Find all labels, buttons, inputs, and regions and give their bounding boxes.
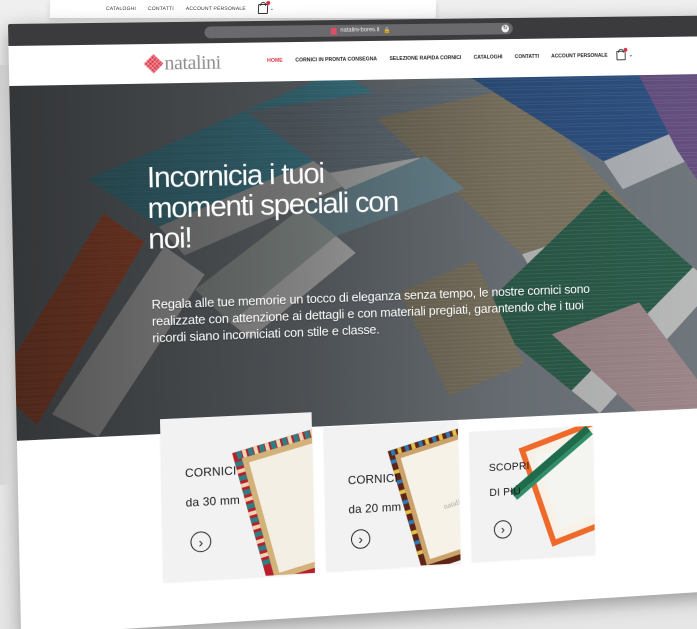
url-text: natalini-bores.it bbox=[340, 27, 380, 34]
hero-overlay bbox=[9, 73, 697, 441]
address-bar[interactable]: natalini-bores.it 🔒 ↻ bbox=[204, 22, 513, 39]
frame-discover-image bbox=[469, 425, 596, 562]
chevron-down-icon: ⌄ bbox=[628, 52, 633, 59]
cart-badge bbox=[265, 1, 271, 5]
category-card-30mm[interactable]: natali CORNICI da 30 mm › bbox=[159, 412, 315, 582]
background-browser-window: CATALOGHI CONTATTI ACCOUNT PERSONALE ⌄ bbox=[49, 0, 437, 19]
nav-account[interactable]: ACCOUNT PERSONALE bbox=[551, 53, 608, 60]
nav-catalogs[interactable]: CATALOGHI bbox=[474, 54, 503, 60]
category-card-discover[interactable]: SCOPRI DI PIÙ › bbox=[469, 425, 596, 562]
site-logo[interactable]: natalini bbox=[143, 51, 221, 75]
card-title-30mm: CORNICI da 30 mm bbox=[185, 449, 241, 511]
hero-section: Incornicia i tuoi momenti speciali con n… bbox=[9, 73, 697, 441]
nav-ready-frames[interactable]: CORNICI IN PRONTA CONSEGNA bbox=[295, 56, 377, 63]
card-title-line1: CORNICI bbox=[184, 463, 237, 481]
card-title-line1: CORNICI bbox=[347, 471, 399, 488]
card-title-line2: da 20 mm bbox=[348, 499, 402, 517]
reload-icon[interactable]: ↻ bbox=[501, 24, 510, 33]
card-title-line1: SCOPRI bbox=[488, 460, 530, 475]
browser-perspective-wrapper: natalini-bores.it 🔒 ↻ natalini HOME CORN… bbox=[0, 15, 697, 629]
category-card-20mm[interactable]: natali CORNICI da 20 mm › bbox=[323, 420, 461, 572]
screenshot-stage: CATALOGHI CONTATTI ACCOUNT PERSONALE ⌄ n… bbox=[0, 0, 697, 629]
logo-text: natalini bbox=[164, 51, 221, 75]
shopping-bag-icon bbox=[616, 47, 628, 61]
card-title-line2: da 30 mm bbox=[185, 493, 241, 510]
lock-icon: 🔒 bbox=[383, 27, 391, 34]
nav-quick-selection[interactable]: SELEZIONE RAPIDA CORNICI bbox=[389, 55, 461, 62]
card-title-discover: SCOPRI DI PIÙ bbox=[488, 448, 530, 500]
background-nav-account[interactable]: ACCOUNT PERSONALE bbox=[186, 6, 246, 12]
browser-window: natalini-bores.it 🔒 ↻ natalini HOME CORN… bbox=[8, 15, 697, 629]
category-cards: natali CORNICI da 30 mm › bbox=[159, 398, 614, 587]
background-cart[interactable]: ⌄ bbox=[257, 1, 275, 14]
site-favicon bbox=[330, 27, 337, 35]
cart-button[interactable]: ⌄ bbox=[616, 47, 633, 61]
chevron-down-icon: ⌄ bbox=[269, 6, 275, 12]
nav-home[interactable]: HOME bbox=[267, 58, 283, 64]
logo-diamond-icon bbox=[143, 53, 164, 74]
background-nav-contacts[interactable]: CONTATTI bbox=[148, 6, 174, 12]
card-title-20mm: CORNICI da 20 mm bbox=[347, 456, 402, 517]
nav-contacts[interactable]: CONTATTI bbox=[515, 54, 539, 60]
background-nav-catalogs[interactable]: CATALOGHI bbox=[106, 6, 136, 12]
shopping-bag-icon bbox=[257, 1, 271, 14]
card-title-line2: DI PIÙ bbox=[489, 485, 522, 499]
hero-title: Incornicia i tuoi momenti speciali con n… bbox=[146, 157, 399, 256]
cart-badge bbox=[624, 47, 628, 52]
main-navigation: HOME CORNICI IN PRONTA CONSEGNA SELEZION… bbox=[267, 47, 633, 66]
